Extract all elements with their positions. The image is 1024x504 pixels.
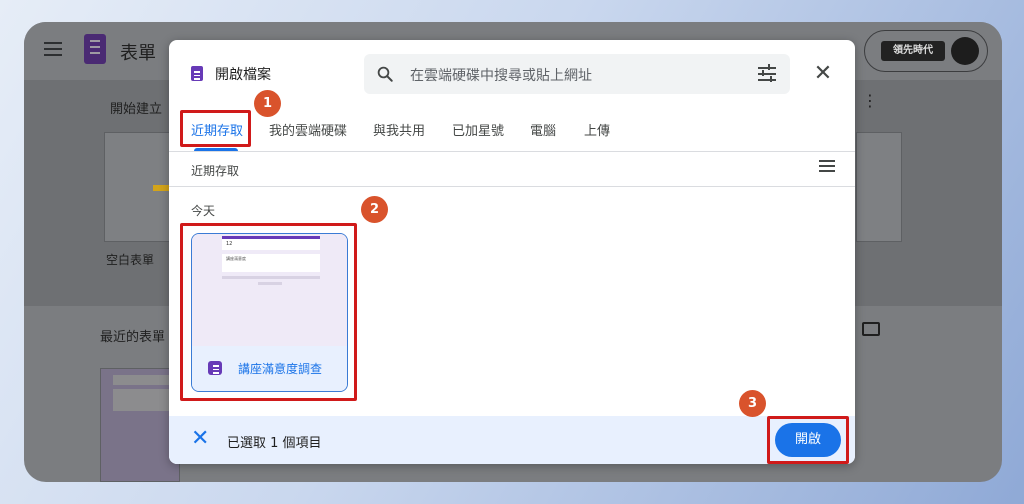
tab-upload[interactable]: 上傳 — [584, 120, 610, 139]
menu-icon — [44, 42, 62, 56]
brand-badge: 領先時代 — [864, 30, 988, 72]
blank-form-label: 空白表單 — [106, 253, 155, 267]
selection-status: 已選取 1 個項目 — [227, 436, 322, 451]
selection-footer: ✕ 已選取 1 個項目 開啟 — [169, 416, 855, 464]
section-today-label: 今天 — [191, 204, 216, 218]
highlight-tab-recent — [180, 110, 251, 147]
recent-forms-title: 最近的表單 — [100, 330, 166, 345]
highlight-file-card — [180, 223, 357, 401]
brand-logo: 領先時代 — [881, 41, 945, 61]
tab-starred[interactable]: 已加星號 — [452, 120, 504, 139]
tab-computers[interactable]: 電腦 — [530, 120, 556, 139]
template-tile — [856, 132, 902, 242]
dialog-title: 開啟檔案 — [215, 67, 271, 83]
search-placeholder: 在雲端硬碟中搜尋或貼上網址 — [410, 68, 592, 84]
search-input[interactable]: 在雲端硬碟中搜尋或貼上網址 — [364, 54, 790, 94]
avatar — [951, 37, 979, 65]
search-options-icon[interactable] — [758, 64, 776, 82]
divider — [169, 151, 855, 152]
breadcrumb: 近期存取 — [191, 164, 240, 178]
list-view-icon[interactable] — [819, 160, 835, 174]
search-icon — [377, 66, 393, 82]
tab-my-drive[interactable]: 我的雲端硬碟 — [269, 120, 347, 139]
highlight-open-button — [767, 416, 849, 464]
step-badge-2: 2 — [361, 196, 388, 223]
folder-icon — [862, 322, 880, 336]
step-badge-1: 1 — [254, 90, 281, 117]
more-options-icon: ⋮ — [862, 91, 878, 110]
recent-form-thumbnail — [100, 368, 180, 482]
clear-selection-icon[interactable]: ✕ — [191, 428, 209, 450]
close-icon[interactable]: ✕ — [813, 63, 833, 85]
forms-icon — [191, 66, 203, 81]
blank-form-tile — [104, 132, 175, 242]
start-section-title: 開始建立 — [110, 102, 163, 117]
google-forms-icon — [84, 34, 106, 64]
divider — [169, 186, 855, 187]
tab-bar: 近期存取 我的雲端硬碟 與我共用 已加星號 電腦 上傳 — [169, 114, 855, 150]
tab-shared-with-me[interactable]: 與我共用 — [373, 120, 425, 139]
app-title: 表單 — [120, 43, 156, 64]
step-badge-3: 3 — [739, 390, 766, 417]
